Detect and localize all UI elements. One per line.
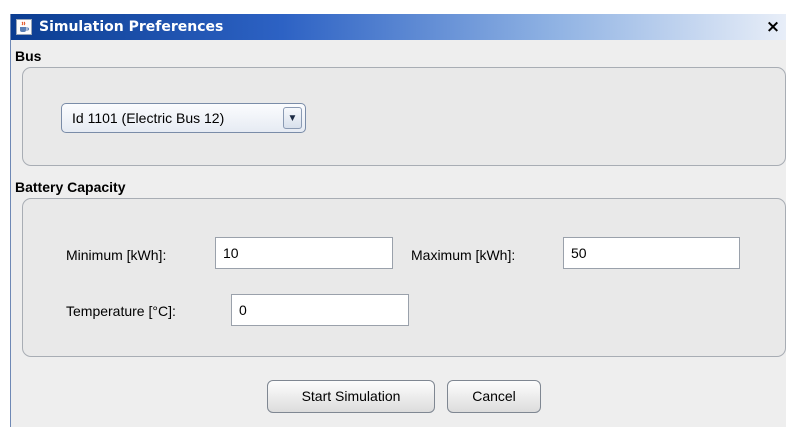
minimum-kwh-label: Minimum [kWh]: bbox=[66, 247, 167, 263]
bus-select-value: Id 1101 (Electric Bus 12) bbox=[72, 110, 225, 126]
simulation-preferences-dialog: Simulation Preferences × Bus Id 1101 (El… bbox=[10, 14, 786, 427]
java-cup-icon bbox=[16, 19, 32, 35]
cancel-button[interactable]: Cancel bbox=[447, 380, 541, 413]
bus-section-label: Bus bbox=[15, 48, 42, 64]
minimum-kwh-input[interactable]: 10 bbox=[215, 237, 393, 269]
start-simulation-button[interactable]: Start Simulation bbox=[267, 380, 435, 413]
battery-capacity-group-panel bbox=[22, 198, 786, 357]
temperature-label: Temperature [°C]: bbox=[66, 303, 176, 319]
temperature-input[interactable]: 0 bbox=[231, 294, 409, 326]
title-bar[interactable]: Simulation Preferences × bbox=[11, 14, 786, 40]
battery-capacity-section-label: Battery Capacity bbox=[15, 179, 126, 195]
maximum-kwh-input[interactable]: 50 bbox=[563, 237, 740, 269]
maximum-kwh-label: Maximum [kWh]: bbox=[411, 247, 516, 263]
window-title: Simulation Preferences bbox=[39, 19, 224, 35]
chevron-down-icon[interactable]: ▼ bbox=[283, 107, 302, 129]
close-button[interactable]: × bbox=[764, 18, 782, 36]
bus-select[interactable]: Id 1101 (Electric Bus 12) ▼ bbox=[61, 103, 306, 133]
